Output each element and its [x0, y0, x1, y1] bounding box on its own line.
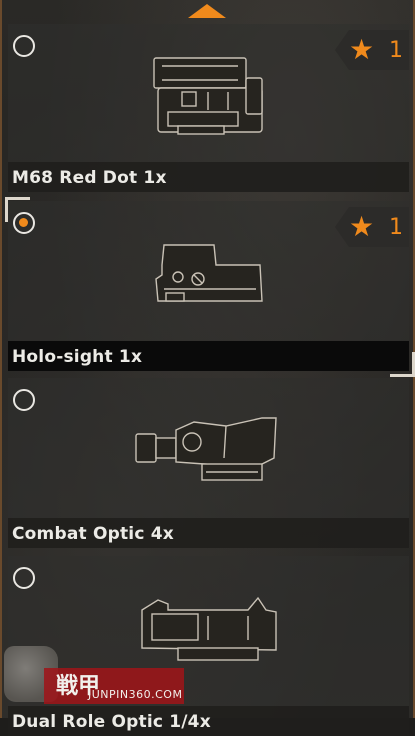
optic-item-m68-red-dot[interactable]: ★ 1 M68 Red Dot 1x	[8, 24, 409, 192]
optic-name: Dual Role Optic 1/4x	[12, 712, 211, 732]
optic-item-combat-optic[interactable]: Combat Optic 4x	[8, 378, 409, 548]
selection-corner-bottom-right	[390, 352, 415, 377]
optic-item-holo-sight[interactable]: ★ 1 Holo-sight 1x	[8, 201, 409, 371]
favorite-count: 1	[389, 38, 403, 63]
radio-button[interactable]	[13, 567, 35, 589]
star-icon: ★	[349, 210, 375, 243]
holo-sight-scope-icon	[155, 244, 263, 302]
radio-button[interactable]	[13, 35, 35, 57]
watermark-url: JUNPIN360.COM	[88, 688, 183, 701]
radio-button[interactable]	[13, 389, 35, 411]
combat-optic-scope-icon	[135, 417, 277, 481]
scroll-up-arrow-icon[interactable]	[188, 4, 226, 18]
favorite-badge: ★ 1	[335, 207, 409, 247]
optic-name: Holo-sight 1x	[12, 347, 143, 367]
selection-corner-top-left	[5, 197, 30, 222]
favorite-badge: ★ 1	[335, 30, 409, 70]
site-watermark: 戦甲 JUNPIN360.COM	[4, 644, 184, 704]
optic-name: M68 Red Dot 1x	[12, 168, 167, 188]
favorite-count: 1	[389, 215, 403, 240]
m68-red-dot-scope-icon	[153, 57, 263, 135]
panel-left-edge	[0, 0, 2, 718]
star-icon: ★	[349, 33, 375, 66]
optic-name: Combat Optic 4x	[12, 524, 174, 544]
